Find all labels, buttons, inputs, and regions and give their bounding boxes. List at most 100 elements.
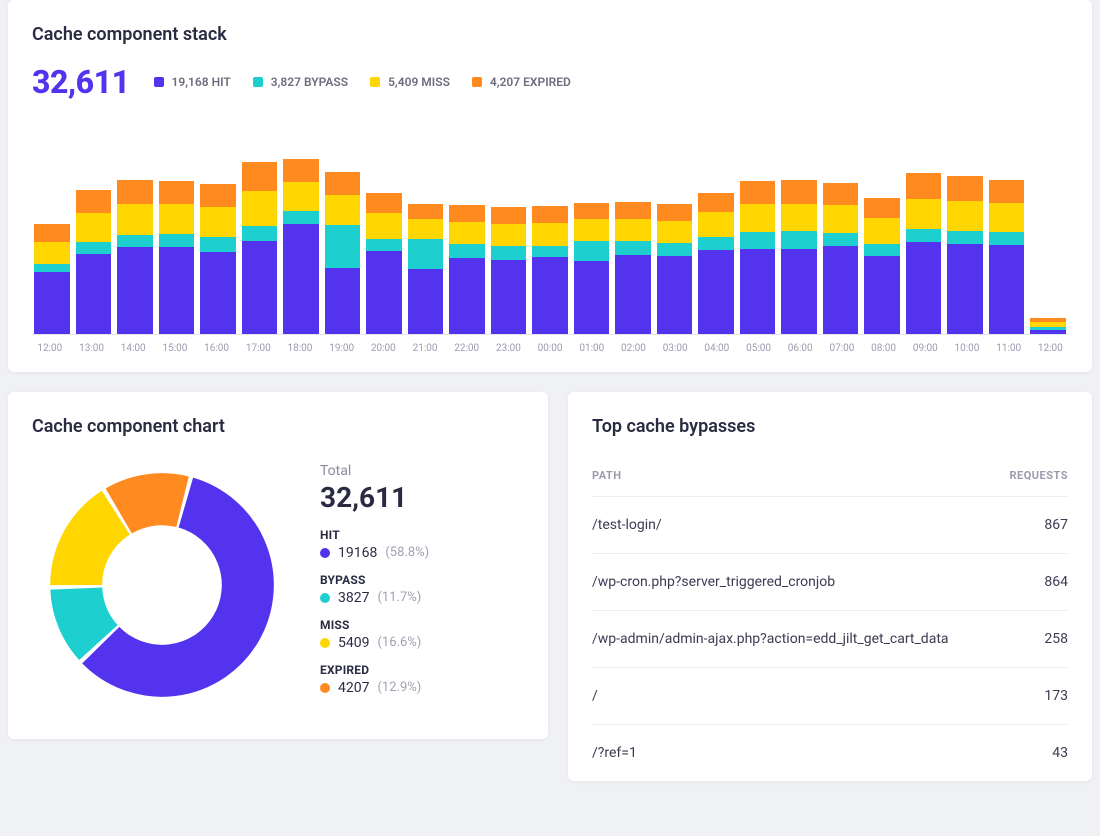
bar-segment-bypass: [366, 239, 402, 251]
bar-segment-hit: [408, 269, 444, 334]
stack-header: 32,611 19,168 HIT 3,827 BYPASS 5,409 MISS 4…: [32, 63, 1068, 101]
donut-stat-value: 4207: [338, 680, 369, 696]
bar-segment-bypass: [325, 225, 361, 268]
bar-column[interactable]: [740, 125, 776, 334]
bar-column[interactable]: [491, 125, 527, 334]
donut-slice-miss[interactable]: [76, 513, 116, 585]
bypass-requests: 43: [1052, 745, 1068, 761]
bar-segment-hit: [159, 247, 195, 334]
bar-segment-miss: [989, 203, 1025, 232]
bar-segment-bypass: [449, 244, 485, 258]
bar-segment-expired: [242, 162, 278, 191]
x-tick: 12:00: [1033, 343, 1069, 354]
bar-segment-bypass: [574, 241, 610, 261]
legend-item[interactable]: 5,409 MISS: [370, 75, 450, 89]
x-tick: 18:00: [282, 343, 318, 354]
legend-item[interactable]: 4,207 EXPIRED: [472, 75, 571, 89]
donut-slice-expired[interactable]: [119, 499, 183, 511]
bar-column[interactable]: [283, 125, 319, 334]
bar-segment-expired: [740, 181, 776, 204]
bar-segment-expired: [34, 224, 70, 242]
bar-column[interactable]: [366, 125, 402, 334]
bar-column[interactable]: [989, 125, 1025, 334]
table-row[interactable]: /test-login/867: [592, 497, 1068, 554]
stack-total: 32,611: [32, 63, 130, 101]
x-tick: 08:00: [866, 343, 902, 354]
bar-column[interactable]: [1030, 125, 1066, 334]
x-tick: 02:00: [616, 343, 652, 354]
bar-segment-hit: [532, 257, 568, 334]
x-tick: 23:00: [491, 343, 527, 354]
bar-segment-miss: [325, 195, 361, 225]
bar-segment-miss: [366, 213, 402, 239]
bar-column[interactable]: [698, 125, 734, 334]
bar-column[interactable]: [200, 125, 236, 334]
legend-swatch: [253, 77, 263, 87]
bar-segment-miss: [159, 204, 195, 234]
bar-segment-expired: [366, 193, 402, 213]
x-tick: 00:00: [532, 343, 568, 354]
table-row[interactable]: /wp-admin/admin-ajax.php?action=edd_jilt…: [592, 611, 1068, 668]
donut-stat-name: BYPASS: [320, 573, 429, 587]
bypass-path: /?ref=1: [592, 745, 637, 761]
bar-column[interactable]: [408, 125, 444, 334]
bar-column[interactable]: [532, 125, 568, 334]
donut-chart: [32, 455, 292, 715]
legend-label: 4,207 EXPIRED: [490, 75, 571, 89]
donut-stat-dot: [320, 683, 330, 693]
bar-column[interactable]: [864, 125, 900, 334]
legend-label: 19,168 HIT: [172, 75, 231, 89]
bar-segment-hit: [366, 251, 402, 334]
bar-column[interactable]: [76, 125, 112, 334]
donut-slice-bypass[interactable]: [76, 589, 98, 643]
bar-column[interactable]: [906, 125, 942, 334]
bar-segment-hit: [491, 260, 527, 334]
bar-segment-bypass: [283, 211, 319, 224]
legend-swatch: [370, 77, 380, 87]
table-row[interactable]: /wp-cron.php?server_triggered_cronjob864: [592, 554, 1068, 611]
x-tick: 04:00: [699, 343, 735, 354]
stacked-bar-chart: [32, 125, 1068, 335]
bar-column[interactable]: [947, 125, 983, 334]
bar-column[interactable]: [117, 125, 153, 334]
donut-stat-dot: [320, 638, 330, 648]
bar-column[interactable]: [657, 125, 693, 334]
x-tick: 14:00: [115, 343, 151, 354]
bar-column[interactable]: [242, 125, 278, 334]
bar-segment-bypass: [740, 232, 776, 249]
bar-segment-miss: [657, 221, 693, 243]
donut-stat-dot: [320, 548, 330, 558]
bar-column[interactable]: [615, 125, 651, 334]
bar-column[interactable]: [823, 125, 859, 334]
bypass-requests: 864: [1044, 574, 1068, 590]
bar-column[interactable]: [449, 125, 485, 334]
bar-segment-hit: [906, 242, 942, 334]
bar-column[interactable]: [34, 125, 70, 334]
x-tick: 07:00: [824, 343, 860, 354]
x-tick: 10:00: [949, 343, 985, 354]
x-tick: 15:00: [157, 343, 193, 354]
bar-segment-bypass: [906, 229, 942, 242]
bypass-requests: 867: [1044, 517, 1068, 533]
bar-segment-miss: [615, 219, 651, 241]
bar-segment-hit: [200, 252, 236, 334]
x-tick: 22:00: [449, 343, 485, 354]
bar-segment-bypass: [532, 246, 568, 257]
table-row[interactable]: /?ref=1 43: [592, 725, 1068, 781]
legend-item[interactable]: 3,827 BYPASS: [253, 75, 348, 89]
bar-column[interactable]: [159, 125, 195, 334]
bar-segment-expired: [408, 204, 444, 219]
bar-segment-expired: [159, 181, 195, 204]
bar-segment-hit: [698, 250, 734, 334]
bar-segment-bypass: [159, 234, 195, 247]
donut-stat-pct: (16.6%): [377, 635, 421, 650]
table-row[interactable]: /173: [592, 668, 1068, 725]
donut-total-value: 32,611: [320, 481, 429, 514]
bar-segment-miss: [574, 219, 610, 241]
bar-segment-bypass: [200, 237, 236, 252]
bypass-title: Top cache bypasses: [592, 416, 1068, 437]
bar-column[interactable]: [781, 125, 817, 334]
legend-item[interactable]: 19,168 HIT: [154, 75, 231, 89]
bar-column[interactable]: [325, 125, 361, 334]
bar-column[interactable]: [574, 125, 610, 334]
